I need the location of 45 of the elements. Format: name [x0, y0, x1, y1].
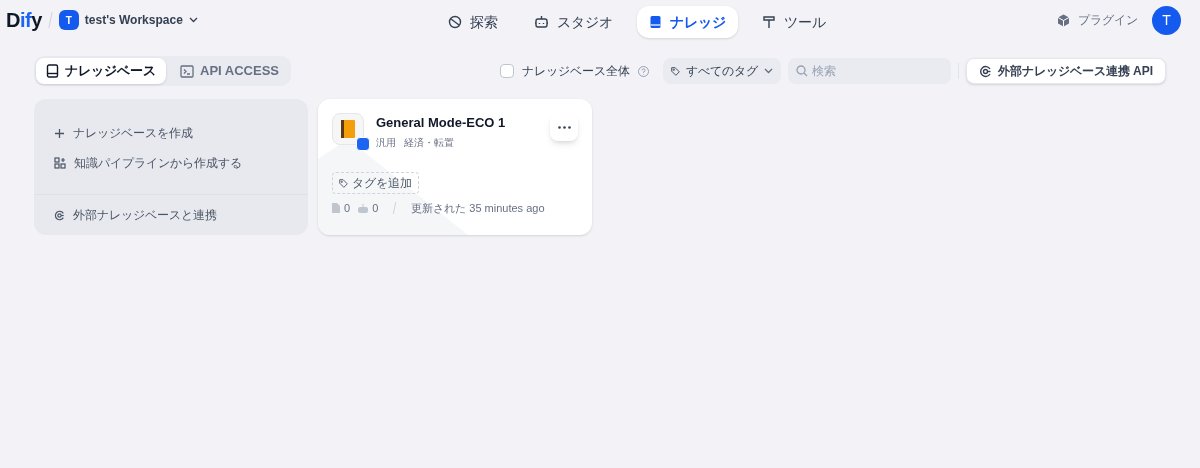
- nav-tab[interactable]: 探索: [436, 6, 510, 38]
- create-action[interactable]: 知識パイプラインから作成する: [54, 151, 288, 175]
- tag-filter[interactable]: すべてのタグ: [662, 58, 781, 84]
- chevron-down-icon: [763, 68, 773, 74]
- logo: Dify: [6, 8, 42, 33]
- tab[interactable]: API ACCESS: [170, 58, 289, 84]
- app-count: 0: [372, 201, 379, 216]
- create-action[interactable]: ナレッジベースを作成: [54, 121, 288, 145]
- robot-icon: [358, 203, 369, 213]
- robot-icon: [534, 15, 549, 29]
- dataset-name: General Mode-ECO 1: [376, 114, 506, 132]
- help-icon: [637, 65, 649, 77]
- external-api-button[interactable]: 外部ナレッジベース連携 API: [965, 58, 1166, 84]
- all-knowledge-checkbox[interactable]: ナレッジベース全体: [499, 62, 630, 80]
- workspace-switcher[interactable]: T test's Workspace: [58, 10, 198, 30]
- dataset-card[interactable]: General Mode-ECO 1 汎用 経済・転置 タグを追加 0 0 更新された 35 minutes ago: [318, 99, 592, 235]
- document-count: 0: [344, 201, 351, 216]
- tag-icon: [339, 178, 348, 188]
- book-icon: [46, 64, 59, 78]
- nav-tab[interactable]: ナレッジ: [637, 6, 738, 38]
- document-icon: [332, 203, 340, 214]
- more-icon: [557, 125, 571, 129]
- search-field[interactable]: 検索: [787, 58, 951, 84]
- updated-time: 更新された 35 minutes ago: [411, 201, 545, 216]
- add-tag-button[interactable]: タグを追加: [332, 172, 419, 194]
- tab[interactable]: ナレッジベース: [36, 58, 166, 84]
- nav-tab[interactable]: ツール: [750, 6, 838, 38]
- terminal-icon: [180, 64, 194, 78]
- search-icon: [795, 65, 808, 77]
- dataset-meta: 経済・転置: [404, 136, 454, 150]
- hammer-icon: [762, 15, 776, 29]
- nav-tab[interactable]: スタジオ: [522, 6, 625, 38]
- tag-icon: [670, 64, 680, 78]
- workspace-avatar: T: [58, 10, 79, 30]
- grid-icon: [54, 157, 66, 169]
- dataset-icon: [332, 113, 364, 145]
- plugin-button[interactable]: プラグイン: [1057, 11, 1138, 29]
- book-icon: [649, 15, 662, 29]
- connect-external-link[interactable]: 外部ナレッジベースと連携: [54, 203, 217, 227]
- dataset-meta: 汎用: [376, 136, 396, 150]
- chevron-down-icon: [188, 17, 198, 23]
- more-button[interactable]: [550, 113, 578, 141]
- cube-icon: [1057, 13, 1070, 27]
- user-avatar[interactable]: T: [1152, 5, 1181, 35]
- plus-icon: [54, 127, 65, 139]
